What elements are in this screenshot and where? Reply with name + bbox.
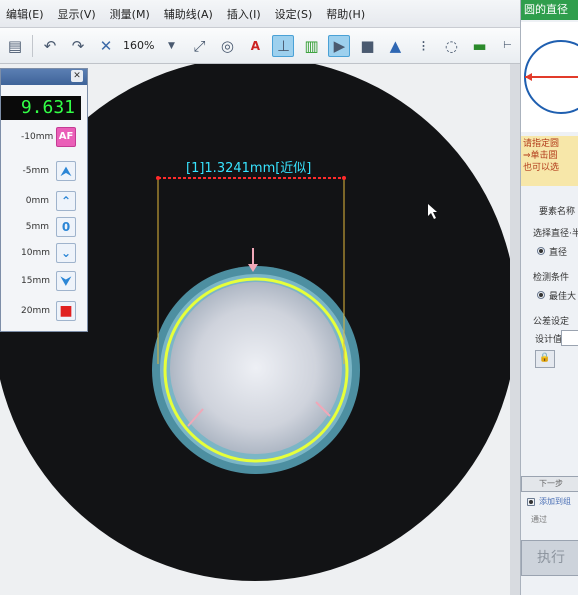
hint-line: ⇒单击圆 — [523, 151, 558, 161]
delete-icon[interactable]: ✕ — [95, 35, 117, 57]
gradient-icon[interactable]: ▬ — [468, 35, 490, 57]
menu-insert[interactable]: 插入(I) — [227, 6, 261, 22]
play-icon[interactable]: ▶ — [328, 34, 351, 57]
redo-icon[interactable]: ↷ — [67, 35, 89, 57]
add-to-group-checkbox[interactable] — [527, 498, 535, 506]
zero-button[interactable]: 0 — [56, 217, 76, 237]
instruction-hint: 请指定圆 ⇒单击圆 也可以选 — [521, 136, 578, 186]
zoom-dropdown-icon[interactable]: ▼ — [160, 35, 182, 57]
menu-view[interactable]: 显示(V) — [58, 6, 96, 22]
radio-best[interactable] — [537, 291, 545, 299]
grid-icon[interactable]: ⁝ — [412, 35, 434, 57]
z-readout: 9.631 — [1, 96, 81, 120]
menu-auxline[interactable]: 辅助线(A) — [164, 6, 213, 22]
design-value-input[interactable] — [561, 330, 578, 346]
step-label: 20mm — [21, 306, 50, 316]
autofocus-button[interactable]: AF — [56, 127, 76, 147]
focus-panel: ✕ 9.631 -10mm AF -5mm ⮝ 0mm ⌃ 5mm 0 10mm… — [0, 68, 88, 332]
focus-row-minus5: -5mm ⮝ — [1, 161, 87, 183]
add-to-group-label: 添加到组 — [539, 497, 571, 506]
radio-best-label: 最佳大 — [549, 292, 577, 302]
execute-button[interactable]: 执行 — [521, 540, 578, 576]
step-label: 15mm — [21, 276, 50, 286]
panel-title: 圆的直径 — [521, 0, 578, 20]
lock-icon[interactable]: 🔒 — [535, 350, 555, 368]
diameter-diagram-icon — [524, 40, 578, 114]
radio-diameter-label: 直径 — [549, 248, 568, 258]
hint-line: 请指定圆 — [523, 139, 560, 149]
focus-row-15: 15mm ⮟ — [1, 271, 87, 293]
focus-row-5: 5mm 0 — [1, 217, 87, 239]
focus-row-minus10: -10mm AF — [1, 127, 87, 149]
double-up-button[interactable]: ⮝ — [56, 161, 76, 181]
dashed-circle-icon[interactable]: ◌ — [440, 35, 462, 57]
double-down-button[interactable]: ⮟ — [56, 271, 76, 291]
detect-conditions-label: 检测条件 — [533, 273, 570, 283]
step-label: 10mm — [21, 248, 50, 258]
zoom-level[interactable]: 160% — [123, 39, 154, 52]
dimension-end-left — [156, 176, 160, 180]
stop-square-icon[interactable]: ■ — [356, 35, 378, 57]
focus-row-10: 10mm ⌄ — [1, 243, 87, 265]
print-icon[interactable]: ▤ — [4, 35, 26, 57]
menu-measure[interactable]: 测量(M) — [110, 6, 150, 22]
color-bar-icon[interactable]: ▥ — [300, 35, 322, 57]
next-step-button[interactable]: 下一步 — [521, 476, 578, 492]
tolerance-label: 公差设定 — [533, 317, 570, 327]
dimension-end-right — [342, 176, 346, 180]
design-value-label: 设计值 — [535, 335, 563, 345]
scale-icon[interactable]: ⊢ — [496, 35, 518, 57]
pass-label: 通过 — [531, 515, 547, 524]
target-icon[interactable]: ◎ — [216, 35, 238, 57]
toolbar-separator — [32, 34, 33, 57]
toolbar: ▤ ↶ ↷ ✕ 160% ▼ ⤢ ◎ A ⊥ ▥ ▶ ■ ▲ ⁝ ◌ ▬ ⊢ — [0, 28, 520, 64]
step-label: 0mm — [25, 196, 49, 206]
hint-line: 也可以选 — [523, 163, 560, 173]
undo-icon[interactable]: ↶ — [39, 35, 61, 57]
select-diameter-label: 选择直径·半 — [533, 229, 578, 239]
menu-edit[interactable]: 编辑(E) — [6, 6, 44, 22]
text-icon[interactable]: A — [244, 35, 266, 57]
guide-panel: 圆的直径 请指定圆 ⇒单击圆 也可以选 要素名称 选择直径·半 直径 检测条件 … — [520, 0, 578, 595]
focus-row-0: 0mm ⌃ — [1, 191, 87, 213]
bore-hole — [170, 282, 342, 454]
radio-diameter[interactable] — [537, 247, 545, 255]
stop-button[interactable]: ■ — [56, 301, 76, 321]
measure-tool-icon[interactable]: ⊥ — [272, 34, 295, 57]
diameter-diagram — [521, 22, 578, 132]
zoom-fit-icon[interactable]: ⤢ — [188, 35, 210, 57]
close-icon[interactable]: ✕ — [71, 70, 83, 82]
measurement-label: [1]1.3241mm[近似] — [186, 161, 312, 176]
menu-help[interactable]: 帮助(H) — [326, 6, 365, 22]
step-label: -10mm — [21, 132, 54, 142]
tree-icon[interactable]: ▲ — [384, 35, 406, 57]
down-button[interactable]: ⌄ — [56, 243, 76, 263]
menu-bar: 编辑(E) 显示(V) 测量(M) 辅助线(A) 插入(I) 设定(S) 帮助(… — [0, 0, 520, 28]
focus-row-20: 20mm ■ — [1, 301, 87, 323]
element-name-label: 要素名称 — [539, 207, 576, 217]
menu-settings[interactable]: 设定(S) — [275, 6, 313, 22]
up-button[interactable]: ⌃ — [56, 191, 76, 211]
step-label: -5mm — [22, 166, 49, 176]
step-label: 5mm — [25, 222, 49, 232]
